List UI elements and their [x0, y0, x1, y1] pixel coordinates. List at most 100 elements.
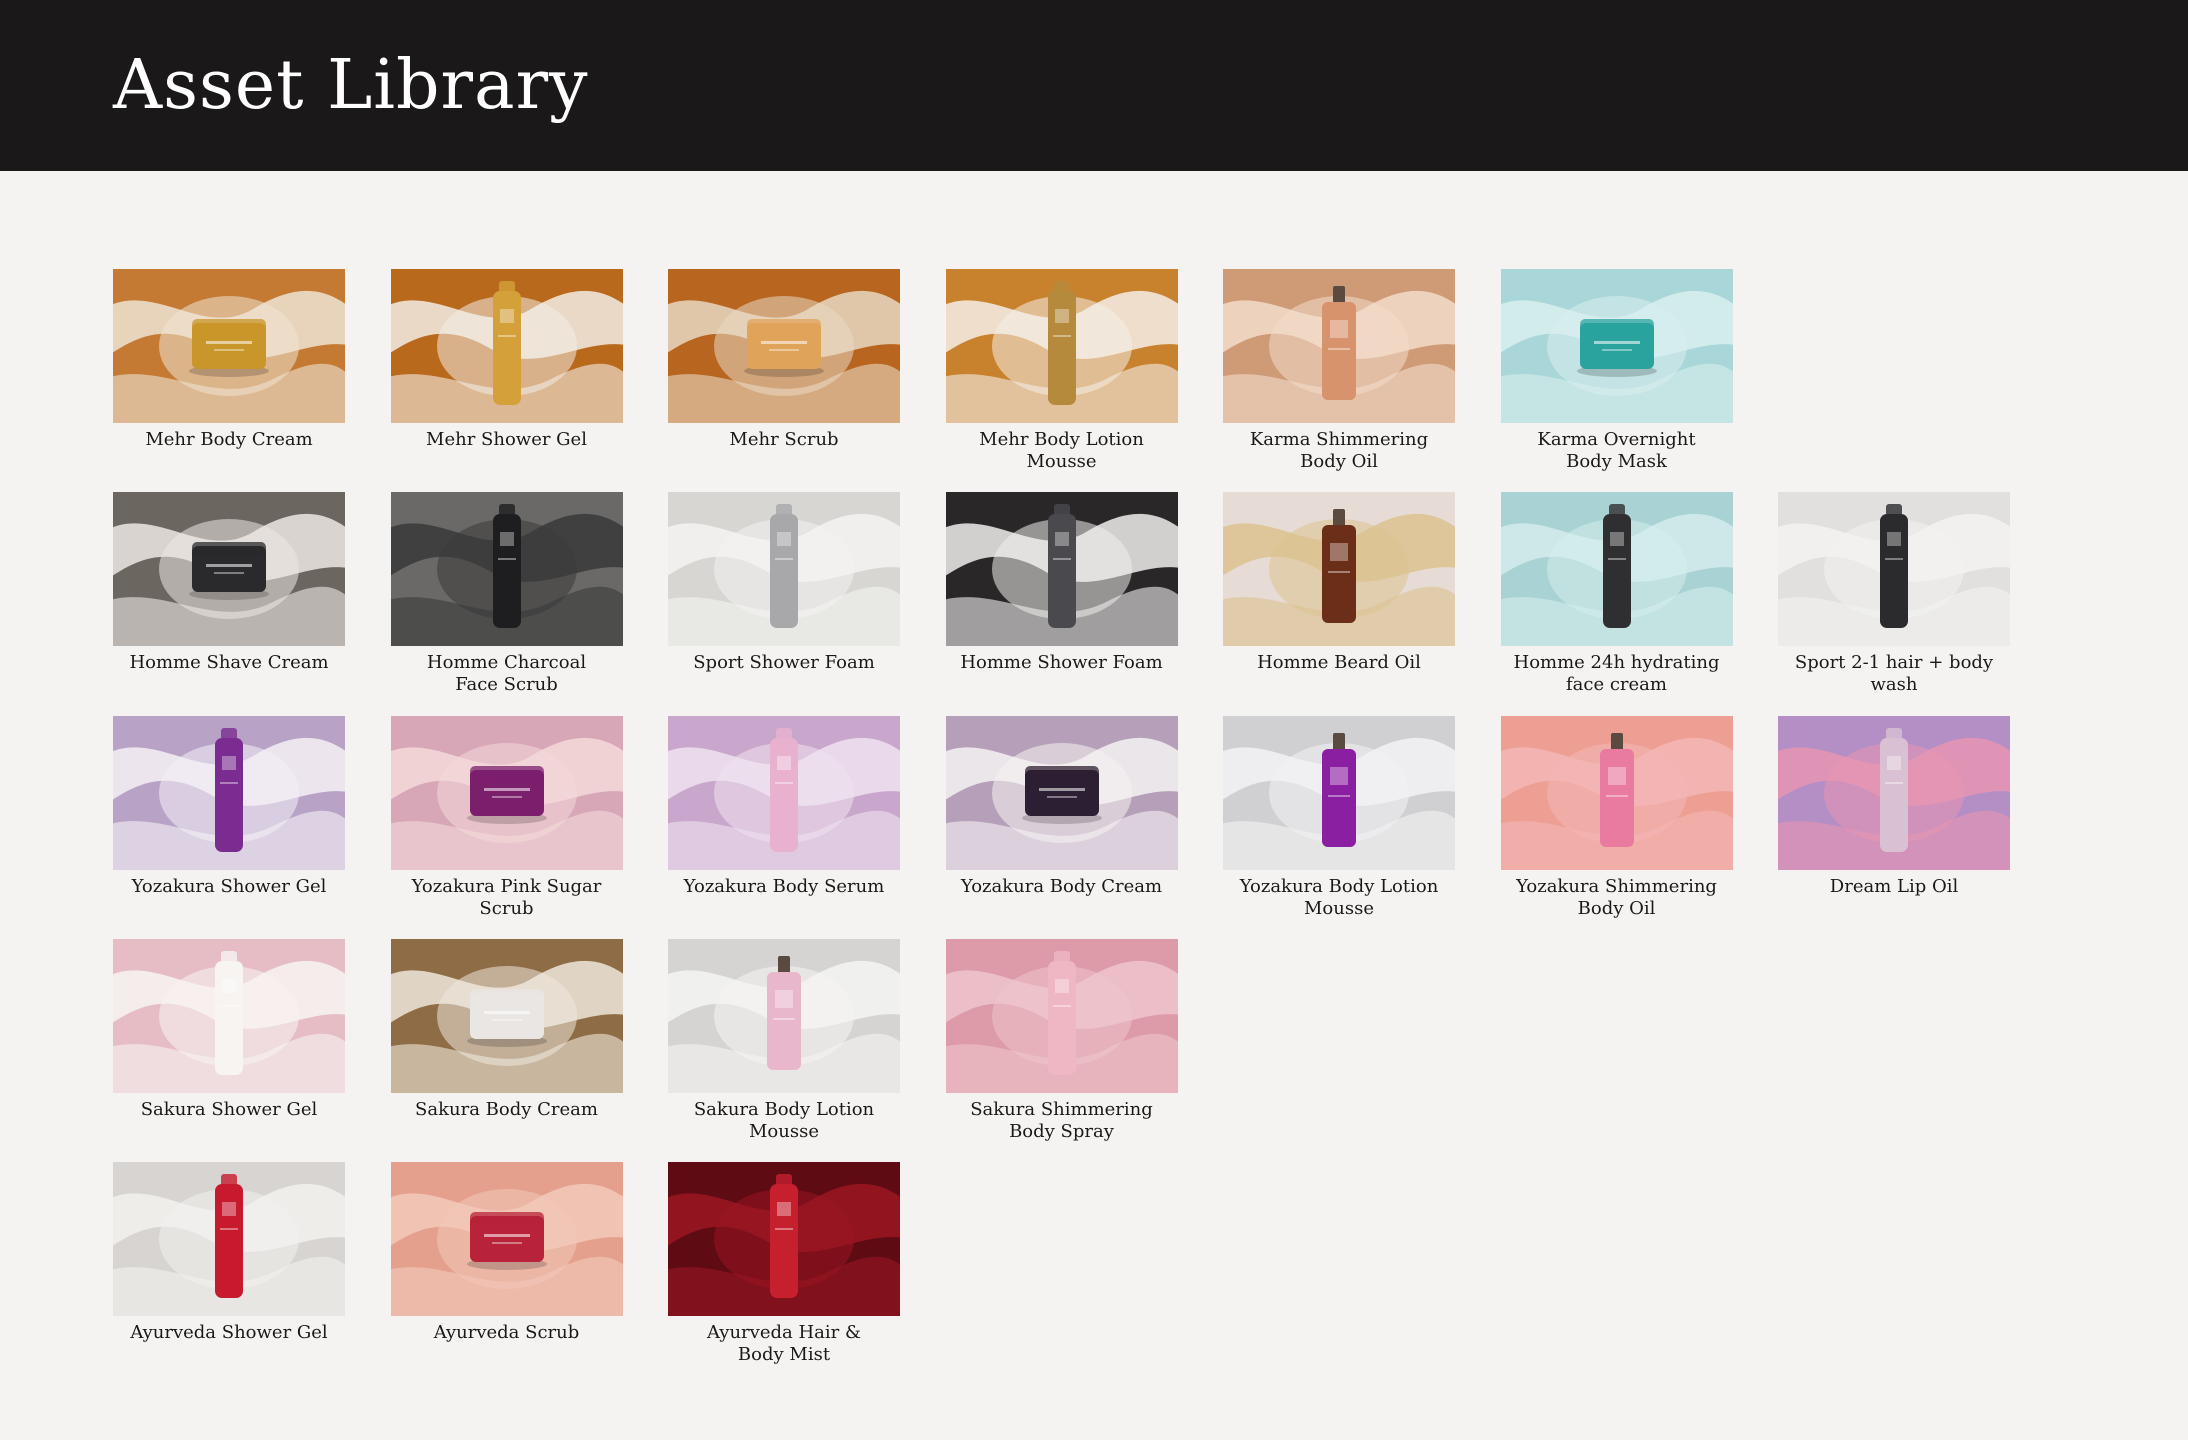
asset-caption: Homme 24h hydrating face cream: [1513, 652, 1720, 696]
product-image: [211, 1172, 247, 1306]
asset-thumbnail[interactable]: [1500, 269, 1733, 423]
asset-caption: Mehr Shower Gel: [426, 429, 587, 450]
asset-tile-10[interactable]: Homme Shower Foam: [945, 492, 1178, 715]
product-image: [1599, 502, 1635, 636]
product-image: [462, 1202, 552, 1276]
asset-tile-15[interactable]: Yozakura Pink Sugar Scrub: [390, 715, 623, 939]
asset-grid: Mehr Body Cream Mehr Shower Gel Mehr Scr…: [113, 269, 2188, 1385]
asset-tile-3[interactable]: Mehr Scrub: [668, 269, 900, 492]
asset-tile-8[interactable]: Homme Charcoal Face Scrub: [390, 492, 623, 715]
asset-thumbnail[interactable]: [390, 715, 623, 870]
product-image: [1316, 507, 1362, 631]
asset-tile-11[interactable]: Homme Beard Oil: [1223, 492, 1455, 715]
asset-tile-16[interactable]: Yozakura Body Serum: [668, 715, 900, 939]
asset-thumbnail[interactable]: [1778, 492, 2010, 647]
asset-tile-4[interactable]: Mehr Body Lotion Mousse: [945, 269, 1178, 492]
asset-caption: Ayurveda Scrub: [433, 1322, 580, 1344]
asset-thumbnail[interactable]: [668, 938, 900, 1093]
asset-thumbnail[interactable]: [668, 715, 900, 870]
asset-thumbnail[interactable]: [390, 1162, 623, 1317]
asset-thumbnail[interactable]: [1223, 715, 1455, 870]
asset-caption: Sakura Body Cream: [415, 1098, 598, 1120]
product-image: [766, 502, 802, 636]
asset-tile-7[interactable]: Homme Shave Cream: [113, 492, 345, 715]
asset-tile-13[interactable]: Sport 2-1 hair + body wash: [1778, 492, 2010, 715]
asset-caption: Yozakura Pink Sugar Scrub: [411, 875, 602, 919]
asset-thumbnail[interactable]: [945, 492, 1178, 647]
asset-tile-26[interactable]: Ayurveda Scrub: [390, 1162, 623, 1385]
asset-tile-21[interactable]: Sakura Shower Gel: [113, 938, 345, 1162]
asset-tile-24[interactable]: Sakura Shimmering Body Spray: [945, 938, 1178, 1162]
asset-caption: Yozakura Body Lotion Mousse: [1239, 875, 1439, 919]
asset-caption: Mehr Scrub: [729, 429, 839, 450]
product-image: [489, 279, 525, 413]
product-image: [462, 756, 552, 830]
asset-tile-23[interactable]: Sakura Body Lotion Mousse: [668, 938, 900, 1162]
asset-caption: Homme Charcoal Face Scrub: [426, 652, 587, 696]
product-image: [184, 309, 274, 383]
product-image: [1572, 309, 1662, 383]
asset-thumbnail[interactable]: [1500, 492, 1733, 647]
product-image: [489, 502, 525, 636]
asset-tile-5[interactable]: Karma Shimmering Body Oil: [1223, 269, 1455, 492]
asset-caption: Yozakura Shower Gel: [131, 875, 327, 897]
product-image: [184, 532, 274, 606]
asset-thumbnail[interactable]: [668, 492, 900, 647]
asset-caption: Ayurveda Shower Gel: [130, 1322, 328, 1344]
asset-thumbnail[interactable]: [1223, 269, 1455, 423]
asset-caption: Homme Shower Foam: [960, 652, 1163, 674]
asset-caption: Sakura Shimmering Body Spray: [970, 1098, 1153, 1142]
asset-thumbnail[interactable]: [945, 269, 1178, 423]
asset-caption: Ayurveda Hair & Body Mist: [707, 1322, 861, 1366]
asset-thumbnail[interactable]: [945, 715, 1178, 870]
asset-thumbnail[interactable]: [113, 1162, 345, 1317]
product-image: [211, 726, 247, 860]
asset-thumbnail[interactable]: [1500, 715, 1733, 870]
asset-caption: Sport Shower Foam: [693, 652, 875, 674]
asset-tile-2[interactable]: Mehr Shower Gel: [390, 269, 623, 492]
asset-caption: Homme Beard Oil: [1257, 652, 1421, 674]
product-image: [462, 979, 552, 1053]
asset-caption: Sakura Body Lotion Mousse: [693, 1098, 875, 1142]
asset-thumbnail[interactable]: [113, 492, 345, 647]
asset-tile-18[interactable]: Yozakura Body Lotion Mousse: [1223, 715, 1455, 939]
asset-tile-17[interactable]: Yozakura Body Cream: [945, 715, 1178, 939]
asset-tile-14[interactable]: Yozakura Shower Gel: [113, 715, 345, 939]
asset-thumbnail[interactable]: [668, 1162, 900, 1317]
asset-thumbnail[interactable]: [1223, 492, 1455, 647]
product-image: [1876, 726, 1912, 860]
product-image: [766, 1172, 802, 1306]
asset-thumbnail[interactable]: [113, 715, 345, 870]
asset-tile-1[interactable]: Mehr Body Cream: [113, 269, 345, 492]
asset-caption: Yozakura Body Serum: [683, 875, 885, 897]
asset-tile-9[interactable]: Sport Shower Foam: [668, 492, 900, 715]
product-image: [1044, 502, 1080, 636]
product-image: [739, 309, 829, 383]
product-image: [1044, 949, 1080, 1083]
product-image: [1044, 279, 1080, 413]
asset-tile-6[interactable]: Karma Overnight Body Mask: [1500, 269, 1733, 492]
asset-thumbnail[interactable]: [113, 938, 345, 1093]
asset-tile-12[interactable]: Homme 24h hydrating face cream: [1500, 492, 1733, 715]
asset-thumbnail[interactable]: [113, 269, 345, 423]
asset-tile-19[interactable]: Yozakura Shimmering Body Oil: [1500, 715, 1733, 939]
asset-thumbnail[interactable]: [390, 492, 623, 647]
asset-caption: Homme Shave Cream: [129, 652, 329, 674]
asset-thumbnail[interactable]: [1778, 715, 2010, 870]
asset-tile-20[interactable]: Dream Lip Oil: [1778, 715, 2010, 939]
product-image: [1316, 284, 1362, 408]
asset-tile-22[interactable]: Sakura Body Cream: [390, 938, 623, 1162]
page-title: Asset Library: [113, 45, 589, 125]
product-image: [761, 954, 807, 1078]
asset-caption: Sakura Shower Gel: [140, 1098, 318, 1120]
asset-caption: Dream Lip Oil: [1829, 875, 1959, 897]
asset-tile-27[interactable]: Ayurveda Hair & Body Mist: [668, 1162, 900, 1385]
asset-caption: Mehr Body Lotion Mousse: [979, 429, 1144, 472]
asset-thumbnail[interactable]: [668, 269, 900, 423]
asset-caption: Yozakura Shimmering Body Oil: [1516, 875, 1717, 919]
asset-tile-25[interactable]: Ayurveda Shower Gel: [113, 1162, 345, 1385]
asset-thumbnail[interactable]: [390, 938, 623, 1093]
app-header: Asset Library: [0, 0, 2188, 171]
asset-thumbnail[interactable]: [945, 938, 1178, 1093]
asset-thumbnail[interactable]: [390, 269, 623, 423]
